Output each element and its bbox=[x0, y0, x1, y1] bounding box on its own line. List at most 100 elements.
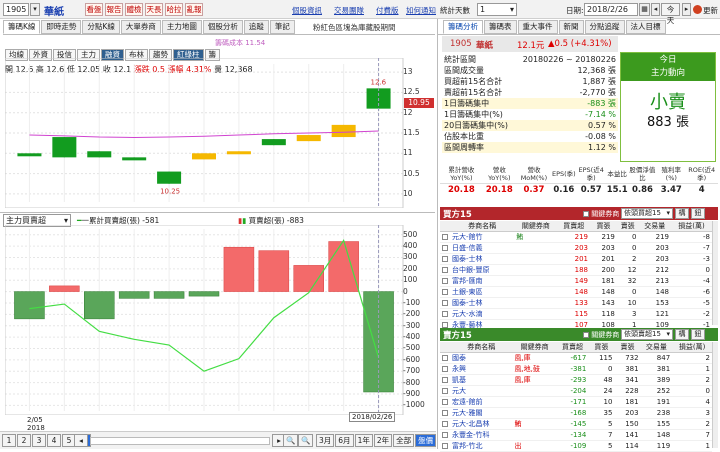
row-checkbox[interactable] bbox=[442, 355, 448, 361]
broker-row[interactable]: 永豐金-竹科 -134 7 141 148 7 bbox=[440, 429, 712, 441]
tab-branch-track[interactable]: 分點追蹤 bbox=[584, 20, 625, 34]
broker-row-check[interactable] bbox=[440, 429, 450, 441]
period-3m-button[interactable]: 3月 bbox=[316, 434, 335, 447]
broker-row-check[interactable] bbox=[440, 374, 450, 386]
broker-name[interactable]: 國泰-士林 bbox=[450, 253, 515, 265]
broker-row-check[interactable] bbox=[440, 352, 450, 364]
broker-name[interactable]: 元大-北昌林 bbox=[450, 418, 513, 430]
date-input[interactable]: 2018/2/26 bbox=[584, 3, 638, 16]
stock-search-button[interactable]: ▾ bbox=[30, 3, 40, 16]
row-checkbox[interactable] bbox=[442, 377, 448, 383]
broker-row[interactable]: 元大-雅閣 -168 35 203 238 3 bbox=[440, 407, 712, 419]
broker-row-check[interactable] bbox=[440, 264, 450, 276]
zoom-in-icon[interactable]: 🔍 bbox=[298, 434, 314, 447]
tab-branch-kline[interactable]: 分點K線 bbox=[82, 20, 120, 34]
broker-name[interactable]: 元大 bbox=[450, 385, 513, 397]
broker-row[interactable]: 國泰-士林 133 143 10 153 -5 bbox=[440, 297, 712, 309]
broker-row[interactable]: 台中銀-豐原 188 200 12 212 0 bbox=[440, 264, 712, 276]
broker-row[interactable]: 宏遠-館前 -171 10 181 191 4 bbox=[440, 396, 712, 408]
row-checkbox[interactable] bbox=[442, 410, 448, 416]
stock-info-link[interactable]: 個股資訊 bbox=[292, 5, 322, 16]
broker-row-check[interactable] bbox=[440, 418, 450, 430]
tab-news[interactable]: 新聞 bbox=[558, 20, 584, 34]
buy-button-button[interactable]: 鈕 bbox=[691, 208, 705, 219]
row-checkbox[interactable] bbox=[442, 399, 448, 405]
row-checkbox[interactable] bbox=[442, 300, 448, 306]
broker-row[interactable]: 富邦-匯南 149 181 32 213 -4 bbox=[440, 275, 712, 287]
notify-link[interactable]: 如何通知 bbox=[406, 5, 436, 16]
broker-row[interactable]: 日盛-信義 203 203 0 203 -7 bbox=[440, 242, 712, 254]
broker-row-check[interactable] bbox=[440, 396, 450, 408]
kline-chart[interactable]: 12.6 10.25 bbox=[5, 58, 435, 208]
broker-name[interactable]: 國泰-士林 bbox=[450, 297, 515, 309]
broker-row-check[interactable] bbox=[440, 231, 450, 243]
period-6m-button[interactable]: 6月 bbox=[335, 434, 354, 447]
refresh-icon[interactable] bbox=[693, 5, 702, 14]
broker-row[interactable]: 元大-館竹鮪 219 219 0 219 -8 bbox=[440, 231, 712, 243]
buy-chart-button[interactable]: 構 bbox=[675, 208, 689, 219]
row-checkbox[interactable] bbox=[442, 234, 448, 240]
row-checkbox[interactable] bbox=[442, 388, 448, 394]
sell-chart-button[interactable]: 構 bbox=[675, 329, 689, 340]
broker-name[interactable]: 土銀-東區 bbox=[450, 286, 515, 298]
tab-chip-table[interactable]: 籌碼表 bbox=[484, 20, 517, 34]
buy-select[interactable]: 依頭買超15 ▾ bbox=[621, 208, 673, 219]
stock-code-input[interactable]: 1905 bbox=[3, 3, 29, 16]
buy-assoc-checkbox[interactable] bbox=[583, 211, 589, 217]
row-checkbox[interactable] bbox=[442, 421, 448, 427]
tab-intraday[interactable]: 即時走勢 bbox=[41, 20, 82, 34]
broker-row[interactable]: 土銀-東區 148 148 0 148 -6 bbox=[440, 286, 712, 298]
broker-row[interactable]: 元大 -204 24 228 252 0 bbox=[440, 385, 712, 397]
broker-row-check[interactable] bbox=[440, 407, 450, 419]
random-report-button[interactable]: 亂報 bbox=[185, 3, 203, 16]
chart-scrollbar[interactable] bbox=[90, 437, 270, 445]
broker-name[interactable]: 富邦-匯南 bbox=[450, 275, 515, 287]
broker-row-check[interactable] bbox=[440, 297, 450, 309]
row-checkbox[interactable] bbox=[442, 432, 448, 438]
period-price-button[interactable]: 盤價 bbox=[415, 434, 437, 447]
broker-row[interactable]: 富邦-竹北出 -109 5 114 119 1 bbox=[440, 440, 712, 452]
range-select[interactable]: 1 ▾ bbox=[477, 3, 517, 16]
broker-name[interactable]: 永興 bbox=[450, 363, 513, 375]
zoom-out-icon[interactable]: 🔍 bbox=[283, 434, 299, 447]
sell-assoc-checkbox[interactable] bbox=[583, 332, 589, 338]
broker-name[interactable]: 永豐金-竹科 bbox=[450, 429, 513, 441]
broker-row[interactable]: 國泰 風,庫 -617 115 732 847 2 bbox=[440, 352, 712, 364]
paid-version-link[interactable]: 付費版 bbox=[376, 5, 399, 16]
buy-scrollbar[interactable] bbox=[712, 221, 718, 325]
period-all-button[interactable]: 全部 bbox=[393, 434, 415, 447]
broker-row-check[interactable] bbox=[440, 440, 450, 452]
broker-row[interactable]: 元大-水湳 115 118 3 121 -2 bbox=[440, 308, 712, 320]
row-checkbox[interactable] bbox=[442, 267, 448, 273]
broker-name[interactable]: 國泰 bbox=[450, 352, 513, 364]
period-1y-button[interactable]: 1年 bbox=[354, 434, 373, 447]
broker-row-check[interactable] bbox=[440, 253, 450, 265]
broker-name[interactable]: 元大-館竹 bbox=[450, 231, 515, 243]
tab-events[interactable]: 重大事件 bbox=[517, 20, 558, 34]
date-next-icon[interactable]: ▸ bbox=[682, 3, 691, 16]
tab-target[interactable]: 法人目標 bbox=[625, 20, 666, 34]
tab-notes[interactable]: 筆記 bbox=[269, 20, 295, 34]
broker-row[interactable]: 永興 風,地,鼓 -381 0 381 381 1 bbox=[440, 363, 712, 375]
row-checkbox[interactable] bbox=[442, 256, 448, 262]
sell-scrollbar[interactable] bbox=[712, 342, 718, 448]
chip-bar-chart[interactable] bbox=[5, 225, 435, 415]
row-checkbox[interactable] bbox=[442, 366, 448, 372]
broker-row-check[interactable] bbox=[440, 363, 450, 375]
broker-name[interactable]: 宏遠-館前 bbox=[450, 396, 513, 408]
tab-big-broker[interactable]: 大單券商 bbox=[120, 20, 161, 34]
refresh-button[interactable]: 更新 bbox=[703, 5, 718, 16]
tab-chip-analysis[interactable]: 籌碼分析 bbox=[443, 20, 483, 34]
chat-button[interactable]: 哈拉 bbox=[165, 3, 183, 16]
tab-tracking[interactable]: 追蹤 bbox=[243, 20, 269, 34]
page-3-button[interactable]: 3 bbox=[32, 434, 46, 447]
period-2y-button[interactable]: 2年 bbox=[373, 434, 393, 447]
tianchang-button[interactable]: 天長 bbox=[145, 3, 163, 16]
broker-row-check[interactable] bbox=[440, 308, 450, 320]
broker-name[interactable]: 日盛-信義 bbox=[450, 242, 515, 254]
broker-name[interactable]: 元大-雅閣 bbox=[450, 407, 513, 419]
broker-row[interactable]: 國泰-士林 201 201 2 203 -3 bbox=[440, 253, 712, 265]
page-4-button[interactable]: 4 bbox=[47, 434, 61, 447]
date-prev-icon[interactable]: ◂ bbox=[651, 3, 660, 16]
broker-row-check[interactable] bbox=[440, 385, 450, 397]
